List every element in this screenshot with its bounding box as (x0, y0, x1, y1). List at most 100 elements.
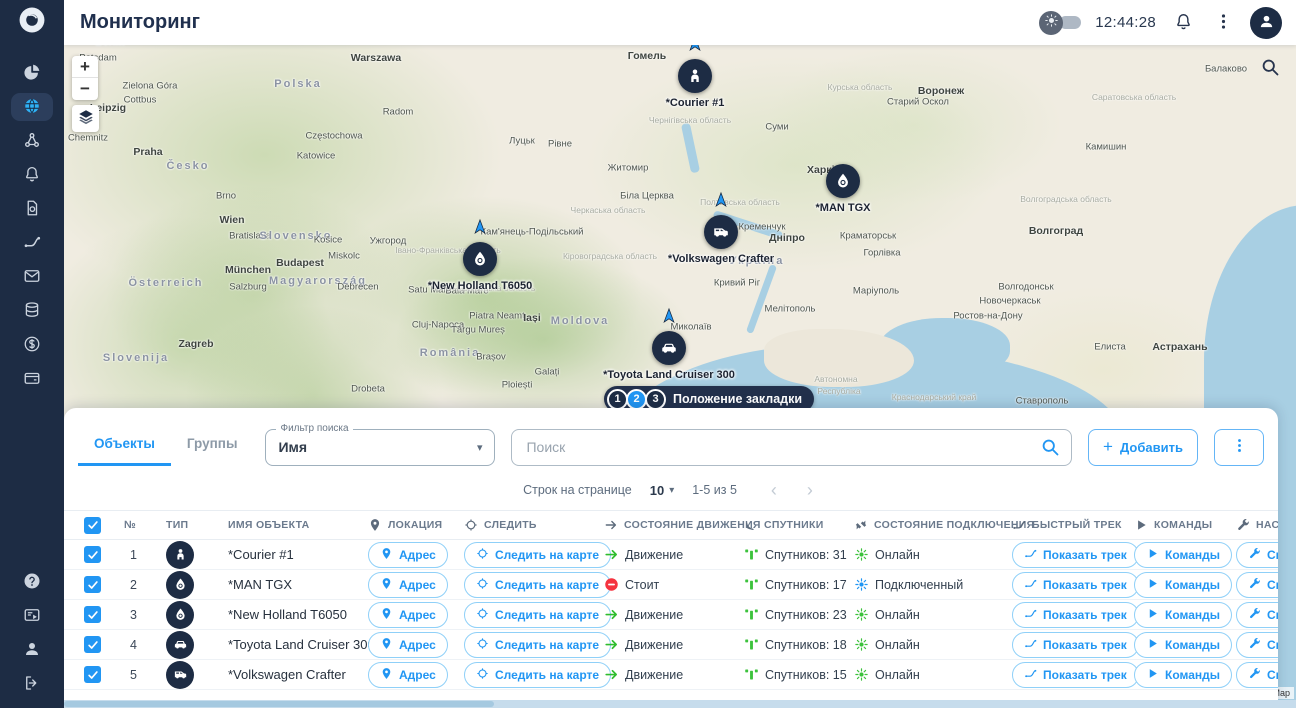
commands-button[interactable]: Команды (1134, 571, 1233, 598)
theme-toggle[interactable] (1039, 10, 1082, 35)
show-track-button[interactable]: Показать трек (1012, 661, 1139, 688)
sidebar-item-database[interactable] (11, 297, 53, 325)
settings-button[interactable]: Свойства (1236, 571, 1278, 598)
pin-icon (380, 667, 393, 683)
bookmark-badge-3[interactable]: 3 (645, 388, 666, 410)
courier-icon[interactable] (678, 59, 712, 93)
map-search-button[interactable] (1256, 54, 1284, 82)
settings-button[interactable]: Свойства (1236, 631, 1278, 658)
commands-button[interactable]: Команды (1134, 661, 1233, 688)
marker-label: *Courier #1 (665, 97, 725, 109)
sidebar-item-sim-card[interactable] (11, 195, 53, 223)
layers-button[interactable] (72, 105, 99, 132)
address-button[interactable]: Адрес (368, 661, 448, 688)
commands-button[interactable]: Команды (1134, 601, 1233, 628)
map-label: Ужгород (369, 235, 407, 247)
row-checkbox[interactable] (84, 606, 101, 623)
sidebar-item-bell[interactable] (11, 161, 53, 189)
search-input[interactable] (511, 428, 1072, 466)
arrow-icon (604, 518, 618, 532)
sidebar-item-pie-chart[interactable] (11, 59, 53, 87)
address-button[interactable]: Адрес (368, 601, 448, 628)
follow-on-map-button[interactable]: Следить на карте (464, 601, 612, 628)
sidebar-item-help[interactable] (11, 568, 53, 596)
map-label: Praha (133, 146, 163, 158)
map-marker[interactable]: *Volkswagen Crafter (668, 191, 774, 265)
sidebar-item-share-nodes[interactable] (11, 127, 53, 155)
map-label: Дніпро (769, 232, 805, 244)
search-icon[interactable] (1040, 437, 1060, 457)
droplet-icon[interactable] (463, 242, 497, 276)
sidebar-item-dollar[interactable] (11, 331, 53, 359)
rows-per-page-select[interactable]: 10 ▾ (650, 483, 675, 498)
column-header: № (124, 519, 137, 531)
sidebar-item-logout[interactable] (11, 670, 53, 698)
crosshair-icon (476, 667, 489, 683)
show-track-button[interactable]: Показать трек (1012, 601, 1139, 628)
select-all-checkbox[interactable] (84, 516, 101, 534)
commands-button[interactable]: Команды (1134, 631, 1233, 658)
map-label: Кіровоградська область (562, 251, 658, 261)
bookmark-badge-1[interactable]: 1 (607, 388, 628, 410)
filter-select[interactable]: Фильтр поиска Имя ▾ (265, 422, 496, 466)
prev-page-button[interactable]: ‹ (765, 481, 783, 499)
map-label: Гомель (627, 50, 667, 62)
bookmark-badge-2[interactable]: 2 (626, 388, 647, 410)
zoom-out-button[interactable]: − (72, 78, 98, 100)
van-icon[interactable] (704, 215, 738, 249)
map-marker[interactable]: *Courier #1 (666, 45, 724, 109)
sidebar-item-news[interactable] (11, 602, 53, 630)
map-label: Ростов-на-Дону (953, 310, 1023, 322)
map-marker[interactable]: *MAN TGX (816, 164, 871, 214)
settings-button[interactable]: Свойства (1236, 541, 1278, 568)
crosshair-icon (464, 518, 478, 532)
zoom-in-button[interactable]: + (72, 56, 98, 78)
globe-logo-icon (16, 4, 48, 41)
direction-arrow-icon (471, 218, 489, 236)
motion-state: Движение (625, 667, 684, 682)
commands-button[interactable]: Команды (1134, 541, 1233, 568)
address-button[interactable]: Адрес (368, 541, 448, 568)
sidebar-item-user[interactable] (11, 636, 53, 664)
follow-on-map-button[interactable]: Следить на карте (464, 631, 612, 658)
settings-button[interactable]: Свойства (1236, 661, 1278, 688)
map-label: Chemnitz (67, 132, 109, 144)
scrollbar-thumb[interactable] (64, 701, 494, 707)
map-label: Zielona Góra (122, 80, 178, 92)
horizontal-scrollbar[interactable] (64, 700, 1296, 708)
tab-objects[interactable]: Объекты (78, 436, 171, 466)
notifications-button[interactable] (1170, 10, 1196, 36)
satellite-signal-icon (744, 607, 759, 622)
marker-label: *Toyota Land Cruiser 300 (603, 369, 735, 381)
sidebar-item-globe[interactable] (11, 93, 53, 121)
address-button[interactable]: Адрес (368, 631, 448, 658)
add-button[interactable]: + Добавить (1088, 428, 1198, 466)
sim-card-icon (23, 199, 41, 220)
map-marker[interactable]: *Toyota Land Cruiser 300 (603, 307, 735, 381)
follow-on-map-button[interactable]: Следить на карте (464, 661, 612, 688)
sidebar-item-envelope[interactable] (11, 263, 53, 291)
row-checkbox[interactable] (84, 636, 101, 653)
row-checkbox[interactable] (84, 546, 101, 563)
sidebar-item-route[interactable] (11, 229, 53, 257)
row-checkbox[interactable] (84, 666, 101, 683)
settings-button[interactable]: Свойства (1236, 601, 1278, 628)
header-menu-button[interactable] (1210, 10, 1236, 36)
follow-on-map-button[interactable]: Следить на карте (464, 571, 612, 598)
tab-groups[interactable]: Группы (171, 436, 254, 466)
car-icon[interactable] (652, 331, 686, 365)
follow-on-map-button[interactable]: Следить на карте (464, 541, 612, 568)
row-checkbox[interactable] (84, 576, 101, 593)
show-track-button[interactable]: Показать трек (1012, 571, 1139, 598)
show-track-button[interactable]: Показать трек (1012, 541, 1139, 568)
sidebar-item-wallet[interactable] (11, 365, 53, 393)
address-button[interactable]: Адрес (368, 571, 448, 598)
avatar[interactable] (1250, 6, 1282, 39)
pin-icon (380, 637, 393, 653)
next-page-button[interactable]: › (801, 481, 819, 499)
show-track-button[interactable]: Показать трек (1012, 631, 1139, 658)
droplet-icon[interactable] (826, 164, 860, 198)
map-marker[interactable]: *New Holland T6050 (428, 218, 532, 292)
map-label: Bratislava (229, 230, 271, 242)
panel-menu-button[interactable] (1214, 428, 1264, 466)
